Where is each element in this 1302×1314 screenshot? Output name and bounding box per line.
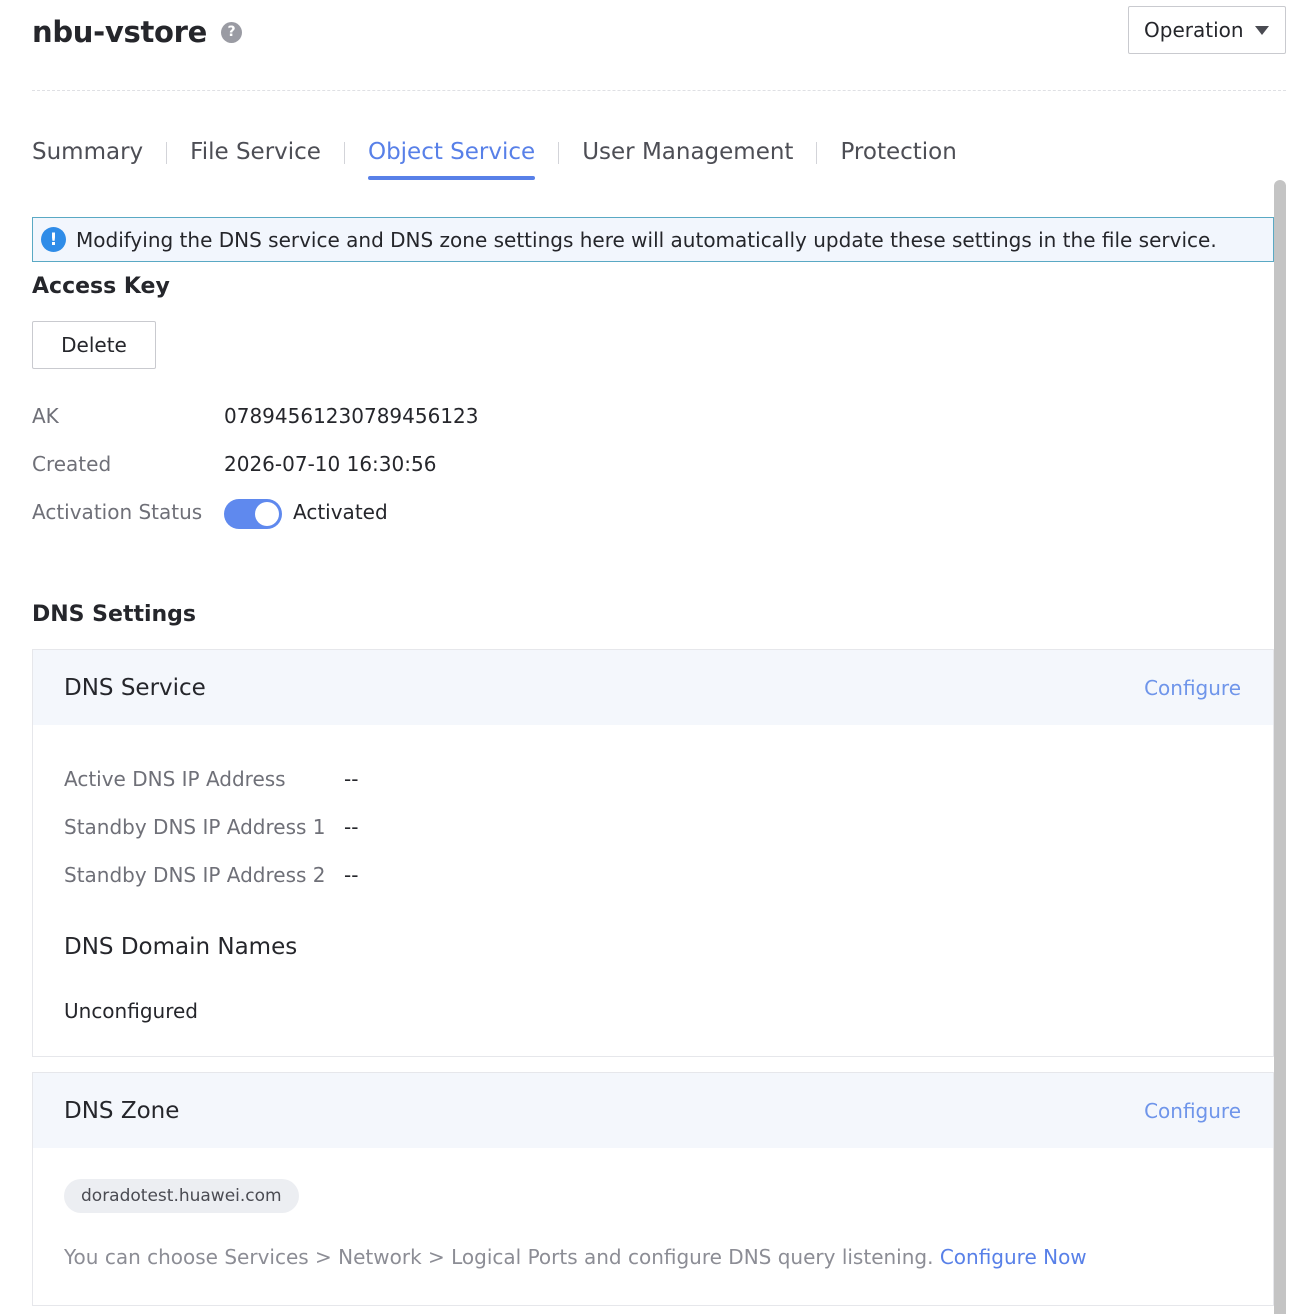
dns-zone-hint-text: You can choose Services > Network > Logi… bbox=[64, 1245, 934, 1269]
dns-service-title: DNS Service bbox=[64, 674, 206, 701]
info-icon: ! bbox=[41, 227, 66, 252]
tab-summary[interactable]: Summary bbox=[32, 132, 143, 180]
dns-domain-names-value: Unconfigured bbox=[64, 999, 198, 1023]
dns-settings-title: DNS Settings bbox=[32, 602, 197, 627]
standby-dns-1-label: Standby DNS IP Address 1 bbox=[64, 815, 326, 839]
dns-zone-header: DNS Zone Configure bbox=[33, 1073, 1273, 1148]
tab-object-service[interactable]: Object Service bbox=[367, 132, 536, 180]
toggle-knob bbox=[255, 502, 279, 526]
tab-user-management[interactable]: User Management bbox=[582, 132, 793, 180]
header-divider bbox=[32, 90, 1286, 91]
dns-service-card: DNS Service Configure Active DNS IP Addr… bbox=[32, 649, 1274, 1057]
dns-zone-title: DNS Zone bbox=[64, 1097, 180, 1124]
notice-text: Modifying the DNS service and DNS zone s… bbox=[76, 227, 1217, 252]
dns-zone-tag: doradotest.huawei.com bbox=[64, 1179, 299, 1213]
tab-bar: Summary File Service Object Service User… bbox=[32, 132, 957, 180]
dns-service-header: DNS Service Configure bbox=[33, 650, 1273, 725]
activation-status-label: Activation Status bbox=[32, 500, 203, 524]
page-title: nbu-vstore bbox=[32, 15, 208, 49]
activation-toggle[interactable] bbox=[224, 499, 282, 529]
caret-down-icon bbox=[1255, 26, 1269, 35]
dns-zone-card: DNS Zone Configure doradotest.huawei.com… bbox=[32, 1072, 1274, 1306]
operation-label: Operation bbox=[1144, 18, 1244, 42]
active-dns-value: -- bbox=[344, 767, 359, 791]
tab-separator bbox=[816, 142, 818, 164]
tab-file-service[interactable]: File Service bbox=[190, 132, 321, 180]
dns-zone-hint: You can choose Services > Network > Logi… bbox=[64, 1245, 1087, 1269]
access-key-title: Access Key bbox=[32, 274, 170, 299]
dns-zone-configure-link[interactable]: Configure bbox=[1144, 1099, 1241, 1123]
vertical-scrollbar[interactable] bbox=[1274, 180, 1286, 1314]
active-dns-label: Active DNS IP Address bbox=[64, 767, 286, 791]
tab-separator bbox=[343, 142, 345, 164]
help-icon[interactable]: ? bbox=[221, 21, 243, 43]
created-value: 2026-07-10 16:30:56 bbox=[224, 452, 437, 476]
activation-status-value: Activated bbox=[293, 500, 388, 524]
configure-now-link[interactable]: Configure Now bbox=[940, 1245, 1087, 1269]
ak-label: AK bbox=[32, 404, 59, 428]
standby-dns-1-value: -- bbox=[344, 815, 359, 839]
created-label: Created bbox=[32, 452, 112, 476]
tab-separator bbox=[166, 142, 168, 164]
dns-domain-names-title: DNS Domain Names bbox=[64, 934, 298, 960]
tab-separator bbox=[558, 142, 560, 164]
standby-dns-2-value: -- bbox=[344, 863, 359, 887]
page-header: nbu-vstore ? bbox=[32, 10, 243, 54]
tab-protection[interactable]: Protection bbox=[840, 132, 956, 180]
ak-value: 07894561230789456123 bbox=[224, 404, 479, 428]
operation-dropdown[interactable]: Operation bbox=[1128, 6, 1286, 54]
dns-service-configure-link[interactable]: Configure bbox=[1144, 676, 1241, 700]
delete-button[interactable]: Delete bbox=[32, 321, 156, 369]
notice-banner: ! Modifying the DNS service and DNS zone… bbox=[32, 217, 1274, 262]
standby-dns-2-label: Standby DNS IP Address 2 bbox=[64, 863, 326, 887]
